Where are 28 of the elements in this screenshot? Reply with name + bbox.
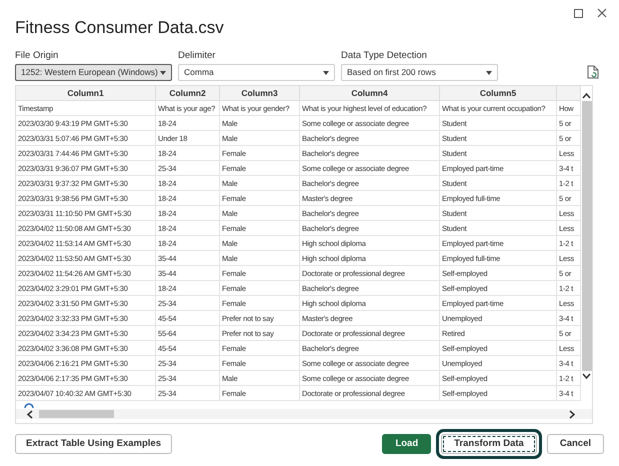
maximize-icon[interactable] (574, 8, 583, 18)
scrollbar-thumb[interactable] (39, 410, 114, 418)
scroll-up-icon[interactable] (582, 92, 591, 99)
option-label: File Origin (15, 50, 58, 62)
dropdown[interactable]: 1252: Western European (Windows) (15, 64, 172, 81)
extract-table-button[interactable]: Extract Table Using Examples (15, 434, 172, 454)
scrollbar-thumb[interactable] (582, 101, 592, 371)
caret-icon (160, 70, 166, 74)
option-label: Delimiter (178, 50, 216, 62)
dialog-button[interactable]: Load (382, 434, 432, 454)
spinner-icon (24, 402, 34, 410)
window-title: Fitness Consumer Data.csv (15, 18, 224, 38)
column-header[interactable]: Column5 (440, 86, 557, 101)
caret-icon (323, 70, 329, 74)
column-header[interactable]: Column2 (156, 86, 220, 101)
file-refresh-icon[interactable] (587, 65, 599, 79)
column-header[interactable]: Column1 (16, 86, 156, 101)
scroll-left-icon[interactable] (26, 410, 33, 418)
dropdown[interactable]: Based on first 200 rows (341, 64, 498, 81)
column-header[interactable]: Column4 (300, 86, 440, 101)
option-label: Data Type Detection (341, 50, 427, 62)
close-icon[interactable] (597, 8, 607, 18)
dropdown[interactable]: Comma (178, 64, 335, 81)
column-header[interactable]: Column3 (220, 86, 300, 101)
caret-icon (486, 70, 492, 74)
scroll-right-icon[interactable] (569, 410, 576, 418)
dialog-button[interactable]: Cancel (546, 434, 604, 454)
scroll-down-icon[interactable] (582, 373, 591, 380)
